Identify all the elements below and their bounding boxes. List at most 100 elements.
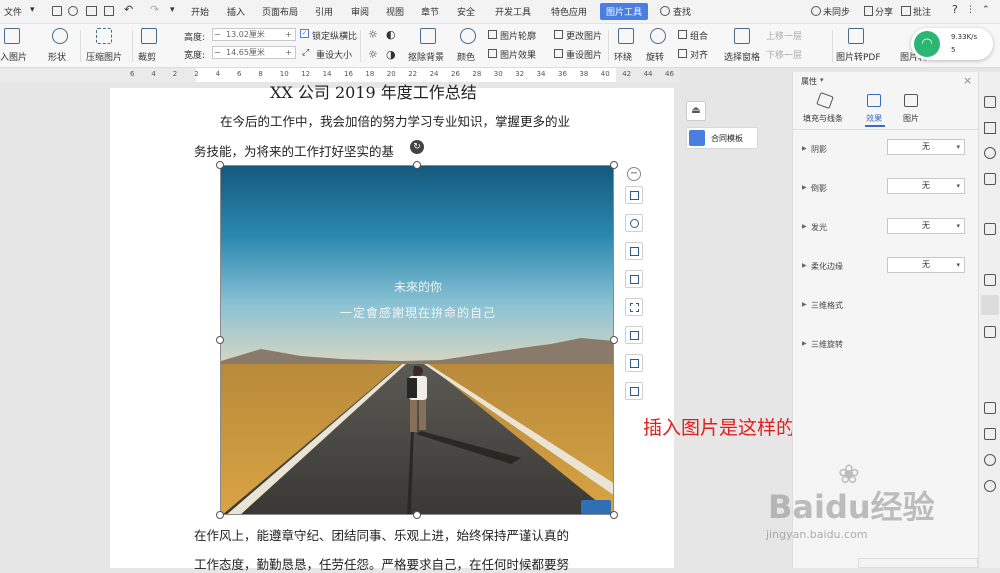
outline-button[interactable]: 图片轮廓: [500, 29, 536, 42]
tab-picture-tools[interactable]: 图片工具: [600, 3, 649, 20]
help-icon[interactable]: ?: [952, 3, 958, 16]
copy-tool-icon[interactable]: [625, 354, 643, 372]
tab-fill-line[interactable]: 填充与线条: [803, 113, 843, 124]
picture-icon[interactable]: [984, 428, 996, 440]
tab-chapter[interactable]: 章节: [421, 5, 439, 18]
cutout-icon[interactable]: [420, 28, 436, 44]
glow-select[interactable]: 无: [887, 218, 965, 234]
effect-button[interactable]: 图片效果: [500, 48, 536, 61]
shape-button[interactable]: 形状: [48, 50, 66, 63]
compress-icon[interactable]: [96, 28, 112, 44]
crop-button[interactable]: 裁剪: [138, 50, 156, 63]
rotate-icon[interactable]: [650, 28, 666, 44]
replace-tool-icon[interactable]: [625, 326, 643, 344]
collapse-ribbon-icon[interactable]: ⌃: [982, 5, 990, 15]
shadow-select[interactable]: 无: [887, 139, 965, 155]
color-button[interactable]: 颜色: [457, 50, 475, 63]
color-icon[interactable]: [460, 28, 476, 44]
inserted-picture[interactable]: 未來的你 一定會感謝現在拚命的自己: [220, 165, 614, 515]
expand-arrow-icon[interactable]: ▶: [802, 262, 807, 269]
resize-handle-bottom[interactable]: [413, 511, 421, 519]
expand-arrow-icon[interactable]: ▶: [802, 145, 807, 152]
insert-picture-button[interactable]: 入图片: [0, 50, 27, 63]
chart-icon[interactable]: [984, 274, 996, 286]
tab-page-layout[interactable]: 页面布局: [262, 5, 298, 18]
eject-icon[interactable]: ⏏: [686, 101, 706, 121]
cutout-button[interactable]: 抠除背景: [408, 50, 444, 63]
location-icon[interactable]: [984, 147, 996, 159]
shape-icon[interactable]: [984, 173, 996, 185]
collapse-tools-icon[interactable]: −: [627, 167, 641, 181]
3d-rotation-section[interactable]: 三维旋转: [811, 339, 843, 350]
expand-arrow-icon[interactable]: ▶: [802, 184, 807, 191]
resize-handle-top[interactable]: [413, 161, 421, 169]
soft-edge-select[interactable]: 无: [887, 257, 965, 273]
change-picture-button[interactable]: 更改图片: [566, 29, 602, 42]
save-tool-icon[interactable]: [625, 382, 643, 400]
share-button[interactable]: 分享: [875, 5, 893, 18]
selection-pane-icon[interactable]: [734, 28, 750, 44]
send-backward-button[interactable]: 下移一层: [766, 48, 802, 61]
brightness-down-icon[interactable]: ☼: [368, 48, 378, 61]
group-button[interactable]: 组合: [690, 29, 708, 42]
height-field[interactable]: −13.02厘米 +: [212, 28, 296, 41]
layout-options-icon[interactable]: [625, 186, 643, 204]
comment-button[interactable]: 批注: [913, 5, 931, 18]
contrast-up-icon[interactable]: ◐: [386, 28, 396, 41]
preview-icon[interactable]: [104, 6, 114, 16]
selection-pane-button[interactable]: 选择窗格: [724, 50, 760, 63]
expand-arrow-icon[interactable]: ▶: [802, 301, 807, 308]
more-icon[interactable]: ⋮: [966, 5, 975, 15]
width-field[interactable]: −14.65厘米 +: [212, 46, 296, 59]
compress-button[interactable]: 压缩图片: [86, 50, 122, 63]
menu-file[interactable]: 文件: [4, 5, 22, 18]
resize-handle-left[interactable]: [216, 336, 224, 344]
resize-handle-top-right[interactable]: [610, 161, 618, 169]
expand-arrow-icon[interactable]: ▶: [802, 223, 807, 230]
layers-icon[interactable]: [984, 326, 996, 338]
print-icon[interactable]: [86, 6, 97, 16]
tab-effects[interactable]: 效果: [866, 113, 882, 124]
reset-picture-button[interactable]: 重设图片: [566, 48, 602, 61]
contrast-down-icon[interactable]: ◑: [386, 48, 396, 61]
wrap-icon[interactable]: [618, 28, 634, 44]
rotate-handle-icon[interactable]: ↻: [410, 140, 424, 154]
close-icon[interactable]: ×: [963, 74, 972, 87]
zoom-icon[interactable]: [625, 214, 643, 232]
resize-handle-bottom-left[interactable]: [216, 511, 224, 519]
to-pdf-button[interactable]: 图片转PDF: [836, 50, 881, 63]
undo-icon[interactable]: ↶: [124, 3, 133, 16]
output-icon[interactable]: [68, 6, 78, 16]
adjust-icon[interactable]: [625, 242, 643, 260]
cutout-tool-icon[interactable]: [625, 298, 643, 316]
redo-icon[interactable]: ↷: [150, 3, 159, 16]
cursor-icon[interactable]: [984, 122, 996, 134]
contract-template-button[interactable]: 合同模板: [686, 127, 758, 149]
chevron-down-icon[interactable]: ▾: [170, 5, 175, 15]
wrap-button[interactable]: 环绕: [614, 50, 632, 63]
history-icon[interactable]: [984, 480, 996, 492]
tab-security[interactable]: 安全: [457, 5, 475, 18]
align-button[interactable]: 对齐: [690, 48, 708, 61]
reflection-select[interactable]: 无: [887, 178, 965, 194]
insert-picture-icon[interactable]: [4, 28, 20, 44]
reset-size-button[interactable]: 重设大小: [316, 48, 352, 61]
to-pdf-icon[interactable]: [848, 28, 864, 44]
rotate-button[interactable]: 旋转: [646, 50, 664, 63]
chevron-down-icon[interactable]: ▾: [820, 76, 824, 84]
crop-tool-icon[interactable]: [625, 270, 643, 288]
tab-picture[interactable]: 图片: [903, 113, 919, 124]
brightness-up-icon[interactable]: ☼: [368, 28, 378, 41]
resize-handle-top-left[interactable]: [216, 161, 224, 169]
chevron-down-icon[interactable]: ▾: [30, 5, 35, 15]
3d-format-section[interactable]: 三维格式: [811, 300, 843, 311]
tab-developer[interactable]: 开发工具: [495, 5, 531, 18]
lock-ratio-checkbox[interactable]: ✓: [300, 29, 309, 38]
tab-insert[interactable]: 插入: [227, 5, 245, 18]
tab-home[interactable]: 开始: [191, 5, 209, 18]
properties-active-icon[interactable]: [981, 295, 999, 315]
crop-icon[interactable]: [141, 28, 157, 44]
tab-view[interactable]: 视图: [386, 5, 404, 18]
resize-handle-right[interactable]: [610, 336, 618, 344]
resize-handle-bottom-right[interactable]: [610, 511, 618, 519]
